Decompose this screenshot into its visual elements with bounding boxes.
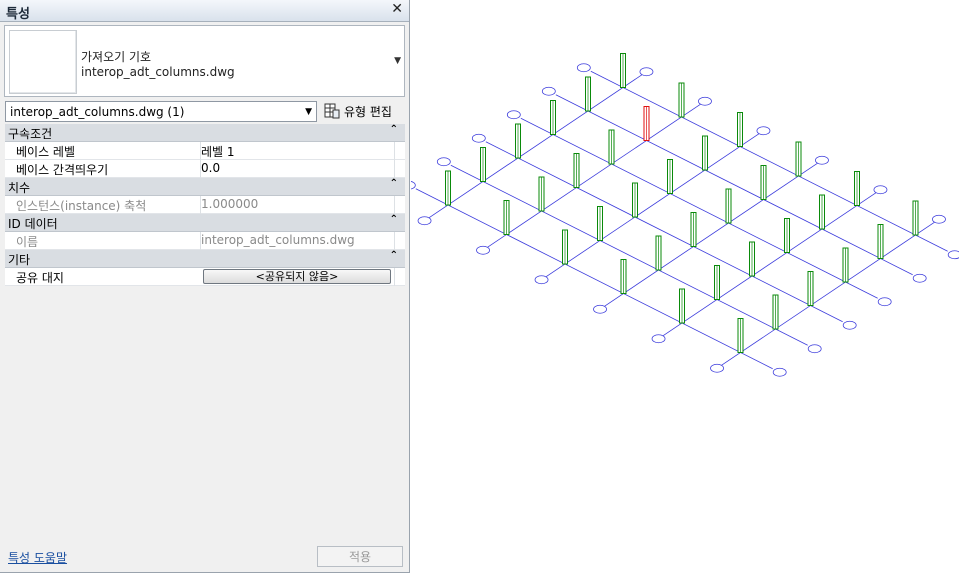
group-identity-data[interactable]: ID 데이터 ⌃ [5,214,405,232]
row-side-cell [394,160,405,178]
properties-help-link[interactable]: 특성 도움말 [8,549,67,566]
grid-bubble [476,245,490,255]
grid-bubble [411,181,416,190]
property-row-instance-scale: 인스턴스(instance) 축척 1.000000 [5,196,405,214]
group-dimensions[interactable]: 치수 ⌃ [5,178,405,196]
grid-bubble [947,250,959,260]
grid-bubble [436,157,451,167]
grid-bubble [912,273,927,283]
group-label: 기타 [8,253,31,267]
edit-type-icon [324,103,340,119]
palette-title: 특성 [6,7,30,22]
grid-bubble [576,63,591,73]
row-side-cell [394,142,405,160]
group-label: 치수 [8,181,31,195]
edit-type-button[interactable]: 유형 편집 [322,101,406,122]
property-name: 베이스 레벨 [16,145,76,159]
grid-bubble [639,67,654,77]
row-side-cell [394,268,405,286]
grid-bubble [815,155,829,165]
grid-bubble [593,304,607,314]
instance-filter-value: interop_adt_columns.dwg (1) [10,105,185,119]
instance-filter-dropdown[interactable]: interop_adt_columns.dwg (1) ▼ [5,101,317,122]
group-other[interactable]: 기타 ⌃ [5,250,405,268]
property-name: 이름 [16,235,39,249]
grid-bubble [710,363,724,373]
palette-titlebar[interactable]: 특성 ✕ [0,0,409,22]
grid-bubble [932,214,946,224]
row-side-cell [394,196,405,214]
chevron-down-icon[interactable]: ▼ [305,107,312,117]
property-row-name: 이름 interop_adt_columns.dwg [5,232,405,250]
property-value[interactable]: 0.0 [201,161,220,175]
grid-bubble [471,133,486,143]
property-name: 베이스 간격띄우기 [16,163,109,177]
collapse-icon[interactable]: ⌃ [390,250,398,261]
collapse-icon[interactable]: ⌃ [390,124,398,135]
collapse-icon[interactable]: ⌃ [390,214,398,225]
grid-bubble [417,216,432,226]
chevron-down-icon[interactable]: ▼ [394,56,401,66]
edit-type-label: 유형 편집 [344,105,392,119]
property-row-shared-site[interactable]: 공유 대지 <공유되지 않음> [5,268,405,286]
row-side-cell [394,232,405,250]
grid-bubble [651,334,666,344]
grid-bubble [698,96,712,106]
grid-bubble [873,185,888,195]
property-grid: 구속조건 ⌃ 베이스 레벨 레벨 1 베이스 간격띄우기 0.0 치수 ⌃ 인스… [5,124,405,286]
type-selector-preview[interactable]: 가져오기 기호 interop_adt_columns.dwg ▼ [4,25,405,97]
type-category: 가져오기 기호 [81,50,152,64]
property-name: 공유 대지 [16,271,64,285]
grid-line [590,70,948,252]
shared-site-button[interactable]: <공유되지 않음> [203,269,391,284]
close-icon[interactable]: ✕ [391,1,403,17]
apply-button[interactable]: 적용 [317,546,403,567]
property-name: 인스턴스(instance) 축척 [16,199,147,213]
group-label: ID 데이터 [8,217,58,231]
group-label: 구속조건 [8,127,53,141]
grid-bubble [807,344,822,354]
collapse-icon[interactable]: ⌃ [390,178,398,189]
grid-bubble [534,275,549,285]
properties-palette: 특성 ✕ 가져오기 기호 interop_adt_columns.dwg ▼ i… [0,0,410,573]
property-row-base-level[interactable]: 베이스 레벨 레벨 1 [5,142,405,160]
property-value[interactable]: 레벨 1 [201,143,235,160]
grid-bubble [506,110,521,120]
group-constraints[interactable]: 구속조건 ⌃ [5,124,405,142]
type-family: interop_adt_columns.dwg [81,65,235,79]
grid-bubble [756,126,771,136]
property-value: 1.000000 [201,197,259,211]
grid-bubble [541,86,556,96]
grid-bubble [842,320,857,330]
grid-bubble [877,297,892,307]
property-row-base-offset[interactable]: 베이스 간격띄우기 0.0 [5,160,405,178]
type-thumbnail [9,30,77,94]
property-value: interop_adt_columns.dwg [201,233,355,247]
3d-view-canvas[interactable] [411,0,959,574]
grid-bubble [772,367,787,377]
